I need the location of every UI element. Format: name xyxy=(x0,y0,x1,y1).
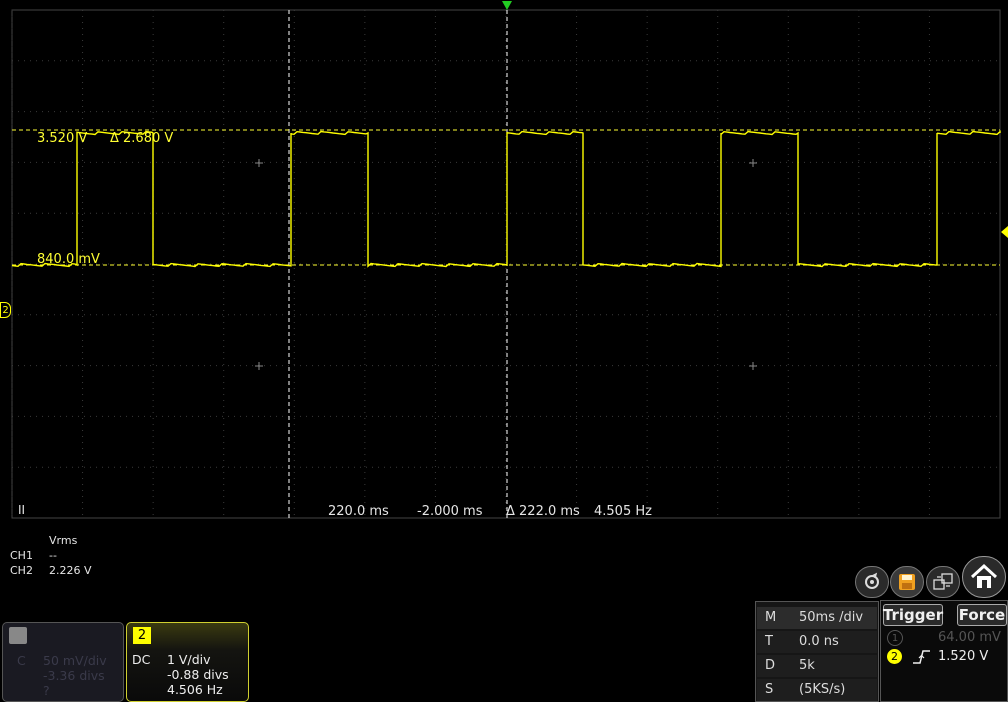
timebase-value: (5KS/s) xyxy=(799,682,846,697)
timebase-key: T xyxy=(765,634,773,649)
ch2-badge: 2 xyxy=(133,627,151,644)
ch2-panel[interactable]: 2 DC 1 V/div -0.88 divs 4.506 Hz xyxy=(126,622,249,702)
measure-ch2-label: CH2 xyxy=(10,564,33,577)
rising-edge-icon xyxy=(911,648,931,666)
cursor-delta-v-label: Δ 2.680 V xyxy=(110,131,174,146)
ch2-coupling: DC xyxy=(132,652,151,667)
trigger-ch2-level: 1.520 V xyxy=(938,649,989,664)
timebase-value: 5k xyxy=(799,658,815,673)
trigger-button[interactable]: Trigger xyxy=(883,604,943,626)
timebase-key: D xyxy=(765,658,776,673)
ch2-waveform xyxy=(11,130,1001,268)
ch1-coupling: C xyxy=(17,653,26,668)
measure-ch1-label: CH1 xyxy=(10,549,33,562)
ch1-panel[interactable]: C 50 mV/div -3.36 divs ? xyxy=(2,622,124,702)
save-icon[interactable] xyxy=(890,566,924,598)
timebase-row-main[interactable]: M 50ms /div xyxy=(757,607,877,629)
cursor-time-delta: Δ 222.0 ms xyxy=(506,504,580,519)
timebase-key: S xyxy=(765,682,774,697)
ch1-extra: ? xyxy=(43,683,50,698)
trigger-level-marker[interactable] xyxy=(1001,226,1008,238)
timebase-row-depth[interactable]: D 5k xyxy=(757,655,877,677)
home-icon[interactable] xyxy=(962,556,1006,598)
trigger-position-marker[interactable] xyxy=(502,1,512,10)
timebase-value: 0.0 ns xyxy=(799,634,839,649)
run-state-indicator: II xyxy=(18,503,26,517)
cursor-time-b: -2.000 ms xyxy=(417,504,483,519)
timebase-panel[interactable]: M 50ms /div T 0.0 ns D 5k S (5KS/s) xyxy=(755,601,879,702)
ch2-ground-marker[interactable]: 2 xyxy=(0,302,11,318)
timebase-row-sample-rate[interactable]: S (5KS/s) xyxy=(757,679,877,701)
cursor-frequency: 4.505 Hz xyxy=(594,504,652,519)
ch2-scale: 1 V/div xyxy=(167,652,211,667)
trigger-ch1-badge: 1 xyxy=(887,630,903,646)
ch2-offset: -0.88 divs xyxy=(167,667,229,682)
force-button[interactable]: Force xyxy=(957,604,1007,626)
measure-header: Vrms xyxy=(49,534,78,547)
measure-ch2-value: 2.226 V xyxy=(49,564,92,577)
ch1-scale: 50 mV/div xyxy=(43,653,107,668)
scope-display[interactable] xyxy=(0,0,1008,702)
auto-scale-icon[interactable] xyxy=(855,566,889,598)
measure-ch1-value: -- xyxy=(49,549,57,562)
timebase-row-trigger-offset[interactable]: T 0.0 ns xyxy=(757,631,877,653)
trigger-ch1-level: 64.00 mV xyxy=(938,630,1001,645)
ch1-badge xyxy=(9,627,27,644)
trigger-ch2-badge: 2 xyxy=(887,649,902,664)
timebase-key: M xyxy=(765,610,777,625)
timebase-value: 50ms /div xyxy=(799,610,864,625)
ch1-offset: -3.36 divs xyxy=(43,668,105,683)
trigger-panel[interactable]: Trigger Force 1 64.00 mV 2 1.520 V xyxy=(880,600,1008,702)
cursor-upper-label: 3.520 V xyxy=(37,131,88,146)
cursor-time-a: 220.0 ms xyxy=(328,504,389,519)
window-icon[interactable] xyxy=(926,566,960,598)
cursor-lower-label: 840.0 mV xyxy=(37,252,100,267)
ch2-frequency: 4.506 Hz xyxy=(167,682,223,697)
